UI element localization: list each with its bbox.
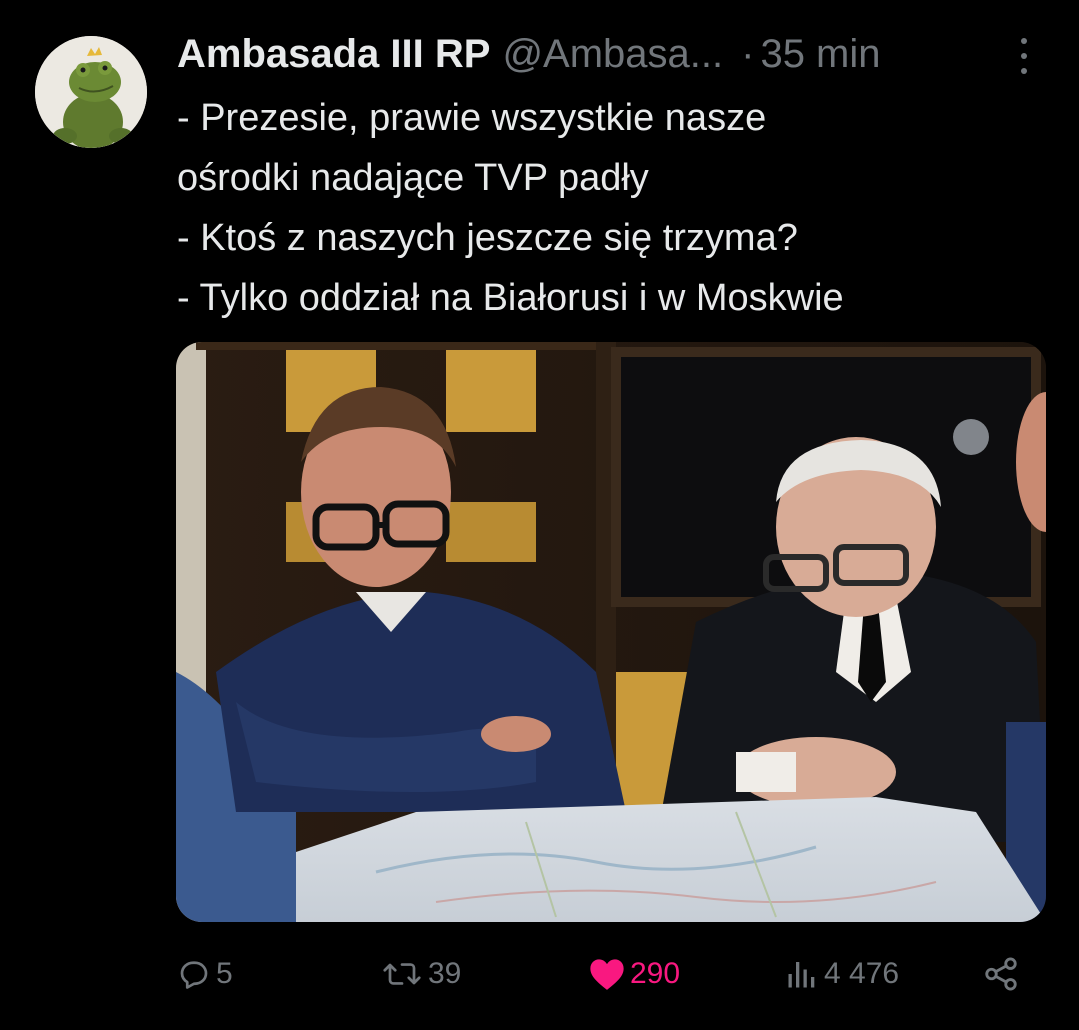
share-button[interactable] [982, 948, 1020, 1000]
views-count: 4 476 [824, 957, 900, 990]
avatar[interactable] [35, 36, 147, 148]
tweet-text-line: - Prezesie, prawie wszystkie nasze [177, 97, 767, 139]
tweet-actions: 5 39 290 4 476 [176, 948, 1036, 1000]
tweet-text-line: - Tylko oddział na Białorusi i w Moskwie [177, 277, 844, 319]
views-button[interactable]: 4 476 [784, 948, 899, 1000]
retweet-icon [383, 963, 421, 985]
more-dots-icon[interactable] [1009, 38, 1039, 74]
tweet-header: Ambasada III RP @Ambasa... · 35 min [177, 28, 1039, 80]
tweet[interactable]: Ambasada III RP @Ambasa... · 35 min - Pr… [0, 0, 1079, 1030]
meeting-photo-image [176, 342, 1046, 922]
like-button[interactable]: 290 [588, 948, 680, 1000]
heart-icon [590, 959, 624, 990]
retweet-count: 39 [428, 957, 462, 990]
reply-bubble-icon [180, 961, 208, 989]
author-handle[interactable]: @Ambasa... [502, 32, 723, 77]
tweet-text: - Prezesie, prawie wszystkie nasze ośrod… [177, 88, 1047, 328]
tweet-text-line: ośrodki nadające TVP padły [177, 157, 649, 199]
reply-count: 5 [216, 957, 233, 990]
author-display-name[interactable]: Ambasada III RP [177, 32, 490, 77]
separator-dot: · [741, 31, 755, 76]
tweet-text-line: - Ktoś z naszych jeszcze się trzyma? [177, 217, 798, 259]
share-icon [985, 957, 1017, 991]
frog-plush-avatar-icon [35, 36, 147, 148]
retweet-button[interactable]: 39 [380, 948, 461, 1000]
tweet-photo[interactable] [176, 342, 1046, 922]
tweet-timestamp[interactable]: 35 min [760, 32, 880, 77]
bar-chart-icon [788, 962, 815, 988]
like-count: 290 [630, 957, 681, 990]
reply-button[interactable]: 5 [176, 948, 233, 1000]
